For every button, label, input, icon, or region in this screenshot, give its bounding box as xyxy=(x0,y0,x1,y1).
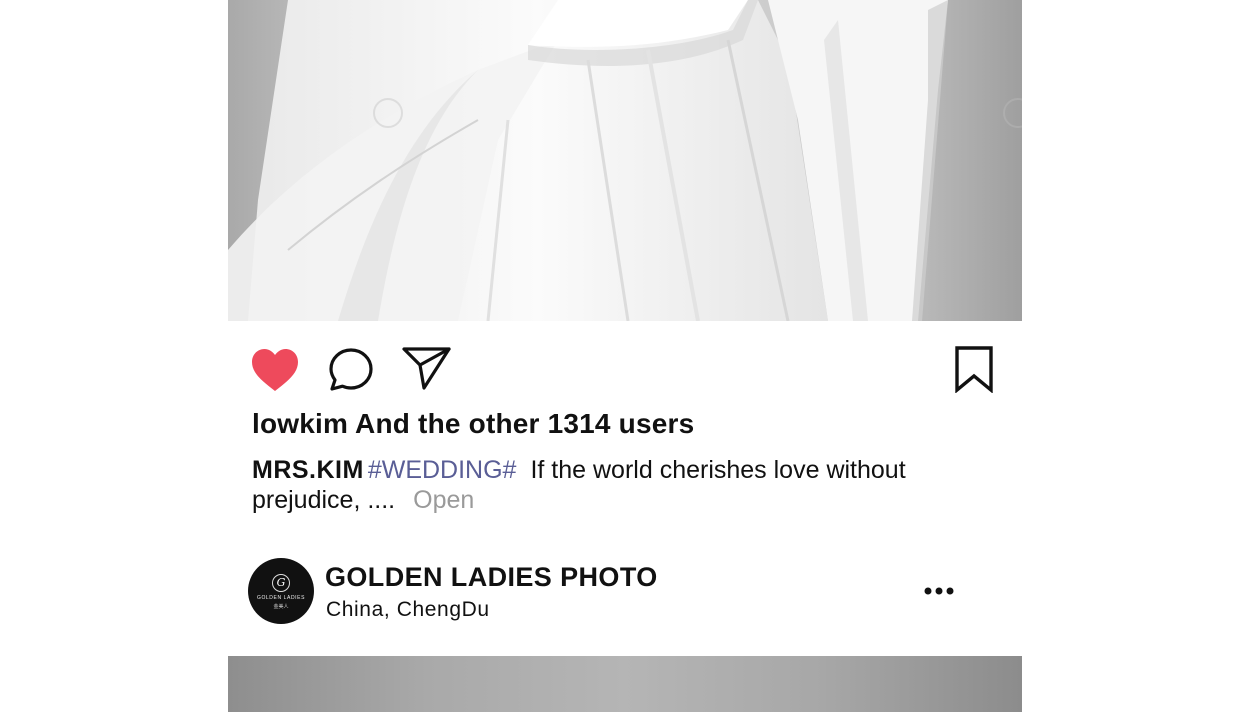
avatar[interactable]: G GOLDEN LADIES 金美人 xyxy=(248,558,314,624)
heart-icon[interactable] xyxy=(250,347,300,393)
wedding-dress-illustration xyxy=(228,0,1022,321)
account-name[interactable]: GOLDEN LADIES PHOTO xyxy=(325,562,658,593)
ellipsis-icon[interactable] xyxy=(924,586,954,596)
paper-plane-icon[interactable] xyxy=(402,345,452,391)
avatar-logo-subtext: 金美人 xyxy=(273,604,289,610)
post-action-bar xyxy=(228,321,1022,401)
next-post-photo[interactable] xyxy=(228,656,1022,712)
next-post-header: G GOLDEN LADIES 金美人 GOLDEN LADIES PHOTO … xyxy=(228,556,1022,626)
bookmark-icon[interactable] xyxy=(954,345,994,393)
avatar-logo-mark: G xyxy=(272,574,290,592)
post-location[interactable]: China, ChengDu xyxy=(326,598,490,622)
avatar-logo-text: GOLDEN LADIES xyxy=(256,595,306,601)
post-photo[interactable] xyxy=(228,0,1022,321)
feed: lowkim And the other 1314 users MRS.KIM #… xyxy=(228,0,1022,712)
likes-summary[interactable]: lowkim And the other 1314 users xyxy=(252,408,694,440)
caption-open-link[interactable]: Open xyxy=(413,486,474,514)
caption-username[interactable]: MRS.KIM xyxy=(252,456,364,484)
caption-hashtag[interactable]: #WEDDING# xyxy=(368,456,517,484)
comment-bubble-icon[interactable] xyxy=(328,347,374,393)
post-caption: MRS.KIM #WEDDING# If the world cherishes l… xyxy=(252,455,932,515)
